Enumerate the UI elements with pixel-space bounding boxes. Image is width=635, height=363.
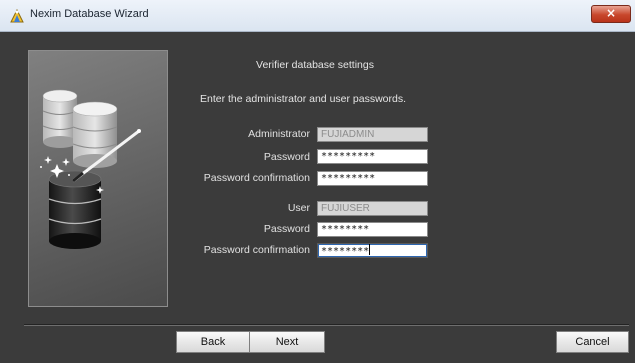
close-icon: × (605, 6, 617, 20)
title-bar[interactable]: Nexim Database Wizard × (0, 0, 635, 32)
wizard-app-icon (9, 8, 25, 24)
instruction-text: Enter the administrator and user passwor… (200, 93, 407, 105)
back-button[interactable]: Back (176, 331, 249, 353)
user-password-field[interactable]: ******** (317, 222, 428, 237)
wizard-window: Nexim Database Wizard × Verifier databas… (0, 0, 635, 363)
text-caret (369, 244, 371, 255)
admin-password-field[interactable]: ********* (317, 149, 428, 164)
next-button[interactable]: Next (249, 331, 325, 353)
administrator-label: Administrator (248, 128, 310, 140)
user-password-label: Password (263, 223, 310, 235)
admin-password-confirm-field[interactable]: ********* (317, 171, 428, 186)
database-icon-back (42, 89, 78, 148)
page-heading: Verifier database settings (256, 59, 374, 71)
close-button[interactable]: × (591, 5, 631, 23)
user-password-confirm-label: Password confirmation (203, 244, 310, 256)
admin-password-label: Password (263, 151, 310, 163)
database-icon-front (48, 170, 102, 249)
footer-separator (24, 324, 629, 326)
user-field: FUJIUSER (317, 201, 428, 216)
window-title: Nexim Database Wizard (30, 8, 149, 20)
user-label: User (287, 202, 310, 214)
user-password-confirm-value: ******** (321, 246, 370, 257)
cancel-button[interactable]: Cancel (556, 331, 629, 353)
admin-password-confirm-label: Password confirmation (203, 172, 310, 184)
user-password-confirm-field[interactable]: ******** (317, 243, 428, 258)
administrator-field: FUJIADMIN (317, 127, 428, 142)
